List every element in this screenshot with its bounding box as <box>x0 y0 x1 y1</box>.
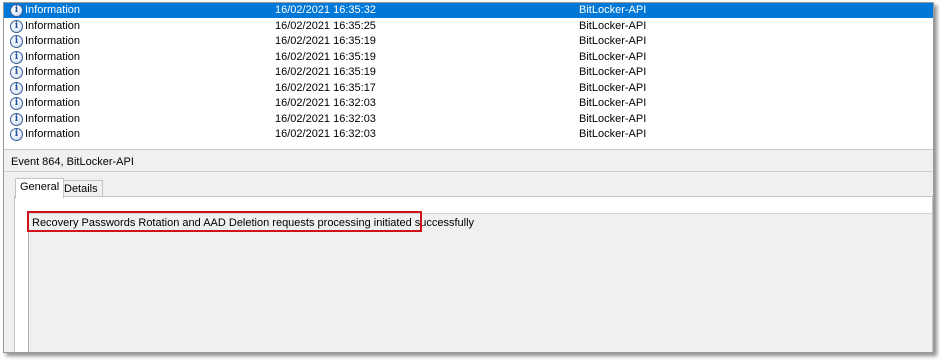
info-icon: i <box>10 35 23 48</box>
event-date: 16/02/2021 16:32:03 <box>275 128 376 140</box>
table-row[interactable]: i Information 16/02/2021 16:35:25 BitLocker… <box>4 19 933 34</box>
event-level: Information <box>25 50 81 63</box>
info-icon: i <box>10 4 23 17</box>
table-row[interactable]: i Information 16/02/2021 16:32:03 BitLocker… <box>4 96 933 111</box>
event-level: Information <box>25 35 81 47</box>
event-date: 16/02/2021 16:32:03 <box>275 112 376 125</box>
event-level: Information <box>25 66 81 78</box>
tab-general[interactable]: General <box>15 178 65 199</box>
table-row[interactable]: i Information 16/02/2021 16:35:17 BitLocker… <box>4 81 933 96</box>
event-source: BitLocker-API <box>579 35 647 47</box>
event-source: BitLocker-API <box>579 50 647 63</box>
event-source: BitLocker-API <box>579 19 647 32</box>
event-level: Information <box>25 128 81 140</box>
event-source: BitLocker-API <box>579 97 647 109</box>
event-date: 16/02/2021 16:35:32 <box>275 4 376 16</box>
event-date: 16/02/2021 16:35:19 <box>275 35 376 47</box>
info-icon: i <box>10 19 23 33</box>
info-icon: i <box>10 112 23 126</box>
event-level: Information <box>25 97 81 109</box>
event-date: 16/02/2021 16:32:03 <box>275 97 376 109</box>
event-level: Information <box>25 112 81 125</box>
event-level: Information <box>25 81 81 94</box>
event-details-pane: Details General Recovery Passwords Rotat… <box>4 172 933 352</box>
event-date: 16/02/2021 16:35:19 <box>275 66 376 78</box>
event-level: Information <box>25 19 81 32</box>
table-row[interactable]: i Information 16/02/2021 16:32:03 BitLocker… <box>4 112 933 127</box>
event-source: BitLocker-API <box>579 4 647 16</box>
info-icon: i <box>10 66 23 79</box>
info-icon: i <box>10 81 23 95</box>
event-date: 16/02/2021 16:35:17 <box>275 81 376 94</box>
table-row[interactable]: i Information 16/02/2021 16:35:19 BitLocker… <box>4 65 933 80</box>
event-source: BitLocker-API <box>579 128 647 140</box>
info-icon: i <box>10 97 23 110</box>
event-viewer-window: i Information 16/02/2021 16:35:32 BitLocker… <box>3 2 934 353</box>
event-source: BitLocker-API <box>579 81 647 94</box>
table-row[interactable]: i Information 16/02/2021 16:35:19 BitLocker… <box>4 50 933 65</box>
event-list[interactable]: i Information 16/02/2021 16:35:32 BitLocker… <box>4 3 933 148</box>
event-details-header: Event 864, BitLocker-API <box>4 154 933 172</box>
general-tab-body: Recovery Passwords Rotation and AAD Dele… <box>14 196 933 352</box>
event-description-box[interactable]: Recovery Passwords Rotation and AAD Dele… <box>28 213 932 352</box>
info-icon: i <box>10 128 23 141</box>
table-row[interactable]: i Information 16/02/2021 16:32:03 BitLocker… <box>4 127 933 142</box>
event-source: BitLocker-API <box>579 66 647 78</box>
table-row[interactable]: i Information 16/02/2021 16:35:32 BitLocker… <box>4 3 933 18</box>
event-source: BitLocker-API <box>579 112 647 125</box>
event-date: 16/02/2021 16:35:25 <box>275 19 376 32</box>
info-icon: i <box>10 50 23 64</box>
highlight-annotation <box>27 211 422 232</box>
event-level: Information <box>25 4 81 16</box>
event-title: Event 864, BitLocker-API <box>11 156 134 168</box>
table-row[interactable]: i Information 16/02/2021 16:35:19 BitLocker… <box>4 34 933 49</box>
event-date: 16/02/2021 16:35:19 <box>275 50 376 63</box>
